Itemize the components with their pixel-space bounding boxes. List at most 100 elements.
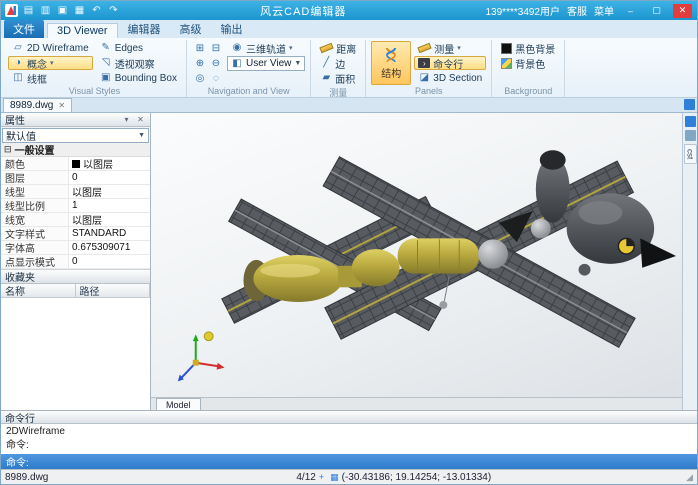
command-history-line: 2DWireframe (6, 425, 692, 439)
property-value[interactable]: 0 (69, 255, 150, 268)
maximize-button[interactable]: ▢ (647, 4, 666, 18)
property-label: 颜色 (1, 157, 69, 170)
pan-icon[interactable]: ⊞ (192, 41, 208, 56)
button-background-color[interactable]: 背景色 (497, 56, 559, 70)
button-measure-panel[interactable]: 测量 ▾ (414, 41, 486, 55)
button-perspective[interactable]: ◹ 透视观察 (96, 56, 181, 70)
collapsed-panel-tab[interactable]: cst (684, 144, 697, 164)
button-2d-wireframe[interactable]: ▱ 2D Wireframe (8, 41, 93, 55)
property-value[interactable]: 1 (69, 199, 150, 212)
column-header-path[interactable]: 路径 (76, 284, 151, 297)
main-area: 属性 ▾ ✕ 默认值 ▼ ⊟ 一般设置 颜色 以图层 (1, 113, 697, 410)
tab-output[interactable]: 输出 (212, 20, 252, 38)
status-page-indicator: 4/12 (296, 472, 315, 483)
property-category-row[interactable]: ⊟ 一般设置 (1, 143, 150, 157)
resize-grip[interactable]: ◢ (686, 472, 693, 483)
view-options-icon[interactable] (685, 130, 696, 141)
zoom-out-icon[interactable]: ⊖ (208, 56, 224, 71)
redo-icon[interactable]: ↷ (106, 4, 121, 18)
app-logo[interactable] (4, 4, 19, 18)
command-input[interactable]: 命令: (1, 454, 697, 469)
property-label: 字体高 (1, 241, 69, 254)
color-swatch (72, 160, 80, 168)
zoom-extents-icon[interactable]: ◎ (192, 71, 208, 86)
button-label: 结构 (381, 65, 401, 80)
group-visual-styles: ▱ 2D Wireframe ◑ 概念 ▾ ◫ 线框 ✎ (3, 40, 187, 97)
property-value[interactable]: STANDARD (69, 227, 150, 240)
favorites-list[interactable] (1, 298, 150, 410)
crosshair-icon[interactable]: + (319, 472, 324, 482)
property-preset-select[interactable]: 默认值 ▼ (2, 128, 149, 143)
model-space-tab[interactable]: Model (156, 398, 201, 410)
conceptual-icon: ◑ (12, 57, 24, 69)
collapse-icon[interactable]: ⊟ (4, 144, 12, 155)
button-black-background[interactable]: 黑色背景 (497, 41, 559, 55)
edges-icon: ✎ (100, 42, 112, 54)
button-3d-section[interactable]: ◪ 3D Section (414, 71, 486, 85)
save-icon[interactable]: ▣ (55, 4, 70, 18)
button-measure-edge[interactable]: ╱ 边 (316, 56, 360, 70)
right-cone (640, 238, 676, 267)
property-value[interactable]: 0 (69, 171, 150, 184)
open-icon[interactable]: ▥ (38, 4, 53, 18)
property-value[interactable]: 0.675309071 (69, 241, 150, 254)
property-row: 颜色 以图层 (1, 157, 150, 171)
status-bar: 8989.dwg 4/12 + ▦ (-30.43186; 19.14254; … (1, 469, 697, 484)
button-label: 命令行 (433, 56, 463, 71)
document-tab-bar: 8989.dwg ✕ (1, 98, 697, 113)
zoom-in-icon[interactable]: ⊕ (192, 56, 208, 71)
new-icon[interactable]: ▤ (21, 4, 36, 18)
value-text: 以图层 (72, 212, 102, 227)
free-orbit-icon[interactable]: ◌ (208, 71, 224, 86)
minimize-button[interactable]: – (621, 4, 640, 18)
property-value[interactable]: 以图层 (69, 185, 150, 198)
zoom-window-icon[interactable]: ⊟ (208, 41, 224, 56)
view-preset-select[interactable]: ◧ User View ▼ (227, 56, 305, 71)
value-text: 0.675309071 (72, 242, 130, 253)
view-cube-icon: ◧ (231, 58, 243, 70)
group-panels: 结构 测量 ▾ › 命令行 ◪ 3D Section (366, 40, 492, 97)
close-tab-icon[interactable]: ✕ (58, 101, 65, 110)
button-bounding-box[interactable]: ▣ Bounding Box (96, 71, 181, 85)
menu-link[interactable]: 菜单 (594, 3, 614, 18)
viewport-canvas[interactable] (151, 113, 682, 397)
pin-icon[interactable]: ▾ (121, 115, 132, 124)
tab-editor[interactable]: 编辑器 (119, 20, 170, 38)
button-conceptual-style[interactable]: ◑ 概念 ▾ (8, 56, 93, 70)
button-3d-orbit[interactable]: ◉ 三维轨道 ▾ (227, 41, 305, 55)
property-label: 线宽 (1, 213, 69, 226)
properties-panel-title: 属性 (5, 112, 25, 127)
button-measure-distance[interactable]: 距离 (316, 41, 360, 55)
tab-advanced[interactable]: 高级 (171, 20, 211, 38)
close-button[interactable]: ✕ (673, 4, 692, 18)
undo-icon[interactable]: ↶ (89, 4, 104, 18)
button-label: 概念 (27, 56, 47, 71)
property-value[interactable]: 以图层 (69, 213, 150, 226)
button-label: 线框 (27, 71, 47, 86)
module-highlight (579, 201, 623, 225)
button-label: 透视观察 (115, 56, 155, 71)
left-capsule-module (253, 255, 342, 302)
print-icon[interactable]: ▦ (72, 4, 87, 18)
tab-file[interactable]: 文件 (4, 20, 44, 38)
property-value[interactable]: 以图层 (69, 157, 150, 170)
support-link[interactable]: 客服 (567, 3, 587, 18)
tab-3d-viewer[interactable]: 3D Viewer (47, 23, 118, 38)
wire-icon: ◫ (12, 72, 24, 84)
button-measure-area[interactable]: ▰ 面积 (316, 71, 360, 85)
document-tab[interactable]: 8989.dwg ✕ (3, 98, 72, 112)
panel-toggle-icon[interactable] (685, 116, 696, 127)
ruler-icon (418, 43, 432, 53)
group-label: 测量 (316, 86, 360, 97)
panel-toggle-icon[interactable] (684, 99, 695, 110)
close-panel-icon[interactable]: ✕ (135, 115, 146, 124)
property-label: 线型 (1, 185, 69, 198)
category-label: 一般设置 (15, 142, 55, 157)
property-row: 点显示模式 0 (1, 255, 150, 269)
button-edges[interactable]: ✎ Edges (96, 41, 181, 55)
button-command-line-panel[interactable]: › 命令行 (414, 56, 486, 70)
button-wireframe-style[interactable]: ◫ 线框 (8, 71, 93, 85)
column-header-name[interactable]: 名称 (1, 284, 76, 297)
button-structure-panel[interactable]: 结构 (371, 41, 411, 85)
grid-toggle-icon[interactable]: ▦ (330, 472, 339, 483)
